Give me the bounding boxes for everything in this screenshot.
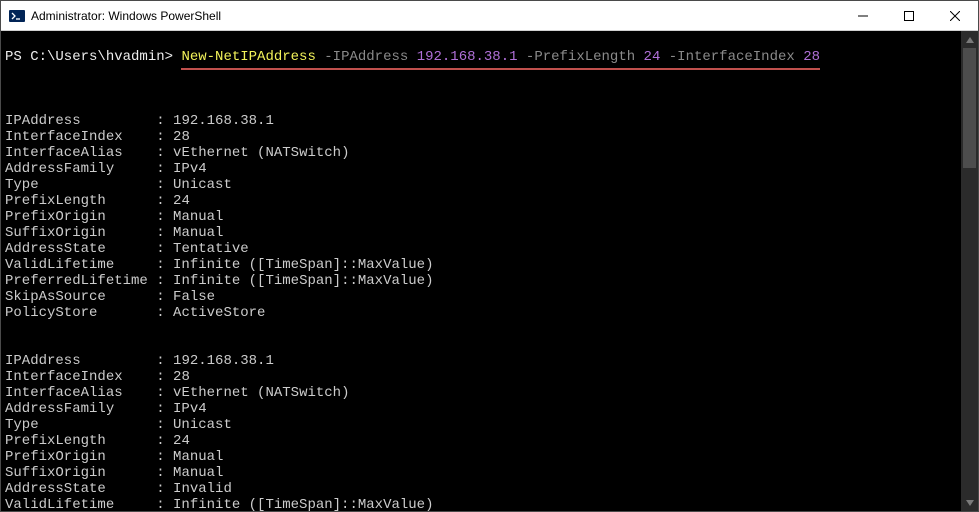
output-label: InterfaceAlias xyxy=(5,385,123,401)
output-label: Type xyxy=(5,177,39,193)
output-row: PrefixLength : 24 xyxy=(5,193,190,209)
scroll-up-button[interactable] xyxy=(961,31,978,48)
output-row: AddressFamily : IPv4 xyxy=(5,401,207,417)
param-ipaddress: -IPAddress xyxy=(324,49,408,70)
output-value: Manual xyxy=(173,449,223,465)
output-label: ValidLifetime xyxy=(5,257,114,273)
output-row: Type : Unicast xyxy=(5,177,232,193)
output-value: 24 xyxy=(173,193,190,209)
output-label: PreferredLifetime xyxy=(5,273,148,289)
output-value: vEthernet (NATSwitch) xyxy=(173,145,349,161)
output-label: AddressState xyxy=(5,481,106,497)
output-value: Unicast xyxy=(173,177,232,193)
output-value: ActiveStore xyxy=(173,305,265,321)
close-button[interactable] xyxy=(932,1,978,30)
output-value: Unicast xyxy=(173,417,232,433)
output-row: AddressState : Invalid xyxy=(5,481,232,497)
output-row: Type : Unicast xyxy=(5,417,232,433)
output-row: PrefixOrigin : Manual xyxy=(5,449,223,465)
powershell-icon xyxy=(9,8,25,24)
terminal[interactable]: PS C:\Users\hvadmin> New-NetIPAddress -I… xyxy=(1,31,978,511)
output-row: PreferredLifetime : Infinite ([TimeSpan]… xyxy=(5,273,434,289)
output-value: Infinite ([TimeSpan]::MaxValue) xyxy=(173,273,433,289)
output-value: Tentative xyxy=(173,241,249,257)
output-label: PrefixLength xyxy=(5,433,106,449)
output-value: Invalid xyxy=(173,481,232,497)
window-controls xyxy=(840,1,978,30)
output-label: IPAddress xyxy=(5,113,81,129)
output-row: SkipAsSource : False xyxy=(5,289,215,305)
output-row: InterfaceAlias : vEthernet (NATSwitch) xyxy=(5,145,349,161)
cmdlet-name: New-NetIPAddress xyxy=(181,49,315,70)
scroll-thumb[interactable] xyxy=(963,48,976,168)
output-label: InterfaceIndex xyxy=(5,369,123,385)
output-value: Manual xyxy=(173,225,223,241)
output-value: 24 xyxy=(173,433,190,449)
window-title: Administrator: Windows PowerShell xyxy=(31,9,840,23)
output-label: AddressFamily xyxy=(5,161,114,177)
prompt-prefix: PS C:\Users\hvadmin> xyxy=(5,49,173,65)
output-row: AddressFamily : IPv4 xyxy=(5,161,207,177)
output-label: PrefixOrigin xyxy=(5,449,106,465)
output-value: 192.168.38.1 xyxy=(173,353,274,369)
value-interfaceindex: 28 xyxy=(803,49,820,70)
maximize-button[interactable] xyxy=(886,1,932,30)
output-row: InterfaceIndex : 28 xyxy=(5,369,190,385)
output-row: IPAddress : 192.168.38.1 xyxy=(5,113,274,129)
output-row: AddressState : Tentative xyxy=(5,241,249,257)
output-label: AddressFamily xyxy=(5,401,114,417)
scrollbar[interactable] xyxy=(961,31,978,511)
output-value: Manual xyxy=(173,465,223,481)
param-prefixlength: -PrefixLength xyxy=(526,49,635,70)
output-label: ValidLifetime xyxy=(5,497,114,511)
output-row: SuffixOrigin : Manual xyxy=(5,465,223,481)
output-row: InterfaceAlias : vEthernet (NATSwitch) xyxy=(5,385,349,401)
output-value: 28 xyxy=(173,129,190,145)
output-label: Type xyxy=(5,417,39,433)
output-row: ValidLifetime : Infinite ([TimeSpan]::Ma… xyxy=(5,497,433,511)
output-label: SuffixOrigin xyxy=(5,465,106,481)
param-interfaceindex: -InterfaceIndex xyxy=(669,49,795,70)
output-value: Infinite ([TimeSpan]::MaxValue) xyxy=(173,497,433,511)
minimize-button[interactable] xyxy=(840,1,886,30)
output-row: InterfaceIndex : 28 xyxy=(5,129,190,145)
terminal-body[interactable]: PS C:\Users\hvadmin> New-NetIPAddress -I… xyxy=(1,31,961,511)
value-prefixlength: 24 xyxy=(644,49,661,70)
value-ipaddress: 192.168.38.1 xyxy=(417,49,518,70)
output-blocks: IPAddress : 192.168.38.1 InterfaceIndex … xyxy=(5,81,957,511)
output-label: InterfaceIndex xyxy=(5,129,123,145)
output-row: ValidLifetime : Infinite ([TimeSpan]::Ma… xyxy=(5,257,433,273)
output-row: PrefixLength : 24 xyxy=(5,433,190,449)
output-row: SuffixOrigin : Manual xyxy=(5,225,223,241)
output-label: SkipAsSource xyxy=(5,289,106,305)
output-value: IPv4 xyxy=(173,401,207,417)
output-label: PolicyStore xyxy=(5,305,97,321)
output-label: InterfaceAlias xyxy=(5,145,123,161)
output-row: PrefixOrigin : Manual xyxy=(5,209,223,225)
output-label: PrefixOrigin xyxy=(5,209,106,225)
output-value: IPv4 xyxy=(173,161,207,177)
output-row: PolicyStore : ActiveStore xyxy=(5,305,265,321)
output-value: False xyxy=(173,289,215,305)
output-value: 28 xyxy=(173,369,190,385)
output-row: IPAddress : 192.168.38.1 xyxy=(5,353,274,369)
output-label: IPAddress xyxy=(5,353,81,369)
output-label: PrefixLength xyxy=(5,193,106,209)
output-label: AddressState xyxy=(5,241,106,257)
output-value: Infinite ([TimeSpan]::MaxValue) xyxy=(173,257,433,273)
scroll-down-button[interactable] xyxy=(961,494,978,511)
output-label: SuffixOrigin xyxy=(5,225,106,241)
titlebar[interactable]: Administrator: Windows PowerShell xyxy=(1,1,978,31)
output-value: 192.168.38.1 xyxy=(173,113,274,129)
output-value: vEthernet (NATSwitch) xyxy=(173,385,349,401)
output-value: Manual xyxy=(173,209,223,225)
command-line: PS C:\Users\hvadmin> New-NetIPAddress -I… xyxy=(5,49,957,65)
